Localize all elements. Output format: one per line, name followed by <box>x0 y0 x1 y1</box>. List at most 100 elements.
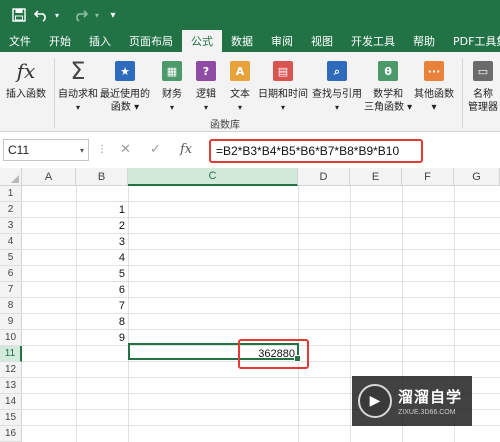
row-header[interactable]: 4 <box>0 234 22 250</box>
tab-view[interactable]: 视图 <box>302 30 342 52</box>
question-icon: ? <box>194 56 218 86</box>
chevron-down-icon: ▾ <box>334 103 339 112</box>
cell-b8[interactable]: 7 <box>76 298 128 314</box>
column-header-g[interactable]: G <box>454 168 500 186</box>
cancel-icon[interactable]: ✕ <box>120 142 131 157</box>
ribbon-separator <box>462 58 463 128</box>
row-header[interactable]: 3 <box>0 218 22 234</box>
column-header-d[interactable]: D <box>298 168 350 186</box>
cell-b9[interactable]: 8 <box>76 314 128 330</box>
row-header[interactable]: 16 <box>0 426 22 442</box>
magnifier-icon: ⌕ <box>325 56 349 86</box>
result-highlight-box <box>238 339 309 369</box>
math-trig-button[interactable]: θ 数学和 三角函数 ▾ <box>364 56 412 114</box>
insert-function-button[interactable]: fx 插入函数 <box>6 56 46 101</box>
undo-icon[interactable] <box>30 4 52 26</box>
recently-used-button[interactable]: ★ 最近使用的 函数 ▾ <box>100 56 150 114</box>
formula-input[interactable]: =B2*B3*B4*B5*B6*B7*B8*B9*B10 <box>209 139 423 163</box>
insert-function-icon[interactable]: fx <box>180 142 192 157</box>
tab-developer[interactable]: 开发工具 <box>342 30 404 52</box>
chevron-down-icon: ▾ <box>169 103 174 112</box>
row-header[interactable]: 2 <box>0 202 22 218</box>
text-icon: A <box>228 56 252 86</box>
ribbon-tabs: 文件 开始 插入 页面布局 公式 数据 审阅 视图 开发工具 帮助 PDF工具集 <box>0 30 500 52</box>
row-header-selected[interactable]: 11 <box>0 346 22 362</box>
chevron-down-icon: ▾ <box>280 103 285 112</box>
select-all-button[interactable] <box>0 168 22 186</box>
autosum-button[interactable]: Σ 自动求和 ▾ <box>58 56 98 114</box>
chevron-down-icon: ▾ <box>203 103 208 112</box>
column-header-c[interactable]: C <box>128 168 298 186</box>
cell-b10[interactable]: 9 <box>76 330 128 346</box>
undo-dropdown-icon[interactable]: ▾ <box>52 4 62 26</box>
row-header[interactable]: 9 <box>0 314 22 330</box>
row-header[interactable]: 7 <box>0 282 22 298</box>
column-header-e[interactable]: E <box>350 168 402 186</box>
gridline <box>298 186 299 442</box>
cell-b6[interactable]: 5 <box>76 266 128 282</box>
column-header-b[interactable]: B <box>76 168 128 186</box>
row-header[interactable]: 13 <box>0 378 22 394</box>
watermark: ▶ 溜溜自学 ZIXUE.3D66.COM <box>352 376 472 426</box>
ribbon-formulas: fx 插入函数 Σ 自动求和 ▾ ★ 最近使用的 函数 ▾ ▦ 财务 ▾ ? 逻… <box>0 52 500 132</box>
cell-b3[interactable]: 2 <box>76 218 128 234</box>
row-header[interactable]: 8 <box>0 298 22 314</box>
tab-page-layout[interactable]: 页面布局 <box>120 30 182 52</box>
function-icon: fx <box>16 58 36 83</box>
tab-data[interactable]: 数据 <box>222 30 262 52</box>
more-icon: ··· <box>422 56 446 86</box>
redo-dropdown-icon[interactable]: ▾ <box>92 4 102 26</box>
gridline <box>350 186 351 442</box>
function-library-label: 函数库 <box>210 120 240 131</box>
tab-insert[interactable]: 插入 <box>80 30 120 52</box>
financial-button[interactable]: ▦ 财务 ▾ <box>160 56 184 114</box>
name-manager-button[interactable]: ▭ 名称 管理器 <box>468 56 498 114</box>
tab-pdf-tools[interactable]: PDF工具集 <box>444 30 500 52</box>
tab-file[interactable]: 文件 <box>0 30 40 52</box>
row-header[interactable]: 15 <box>0 410 22 426</box>
formula-bar-grip-icon[interactable]: ⋮ <box>97 144 107 155</box>
play-logo-icon: ▶ <box>358 384 392 418</box>
title-bar: ▾ ▾ ▾ <box>0 0 500 30</box>
column-header-a[interactable]: A <box>22 168 76 186</box>
row-header[interactable]: 1 <box>0 186 22 202</box>
lookup-reference-button[interactable]: ⌕ 查找与引用 ▾ <box>312 56 362 114</box>
chevron-down-icon[interactable]: ▾ <box>80 146 84 155</box>
row-header[interactable]: 12 <box>0 362 22 378</box>
tag-icon: ▭ <box>471 56 495 86</box>
chevron-down-icon: ▾ <box>75 103 80 112</box>
tab-help[interactable]: 帮助 <box>404 30 444 52</box>
datetime-button[interactable]: ▤ 日期和时间 ▾ <box>258 56 308 114</box>
tab-review[interactable]: 审阅 <box>262 30 302 52</box>
text-button[interactable]: A 文本 ▾ <box>228 56 252 114</box>
tab-formulas[interactable]: 公式 <box>182 30 222 52</box>
cell-b2[interactable]: 1 <box>76 202 128 218</box>
row-header[interactable]: 6 <box>0 266 22 282</box>
customize-quick-access-icon[interactable]: ▾ <box>102 4 124 26</box>
row-header[interactable]: 5 <box>0 250 22 266</box>
watermark-url: ZIXUE.3D66.COM <box>398 409 456 416</box>
cell-b4[interactable]: 3 <box>76 234 128 250</box>
watermark-title: 溜溜自学 <box>398 388 463 406</box>
star-icon: ★ <box>113 56 137 86</box>
formula-bar: C11 ▾ ⋮ ✕ ✓ fx =B2*B3*B4*B5*B6*B7*B8*B9*… <box>0 136 500 164</box>
row-header[interactable]: 14 <box>0 394 22 410</box>
redo-icon[interactable] <box>70 4 92 26</box>
ribbon-separator <box>54 58 55 128</box>
enter-icon[interactable]: ✓ <box>150 142 161 157</box>
calendar-icon: ▤ <box>271 56 295 86</box>
theta-icon: θ <box>376 56 400 86</box>
cell-b7[interactable]: 6 <box>76 282 128 298</box>
financial-icon: ▦ <box>160 56 184 86</box>
sigma-icon: Σ <box>70 56 86 85</box>
row-header[interactable]: 10 <box>0 330 22 346</box>
name-box[interactable]: C11 ▾ <box>3 139 89 161</box>
tab-home[interactable]: 开始 <box>40 30 80 52</box>
more-functions-button[interactable]: ··· 其他函数 ▾ <box>414 56 454 114</box>
gridline <box>128 186 129 442</box>
chevron-down-icon: ▾ <box>237 103 242 112</box>
save-icon[interactable] <box>8 4 30 26</box>
cell-b5[interactable]: 4 <box>76 250 128 266</box>
logical-button[interactable]: ? 逻辑 ▾ <box>194 56 218 114</box>
column-header-f[interactable]: F <box>402 168 454 186</box>
